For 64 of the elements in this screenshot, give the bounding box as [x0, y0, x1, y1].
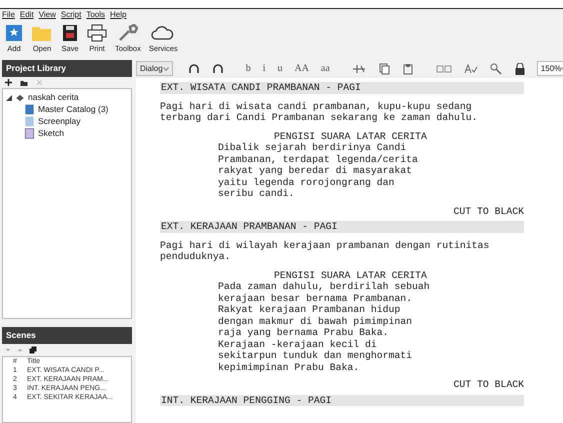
format-button[interactable]: b: [240, 60, 256, 76]
character-name: PENGISI SUARA LATAR CERITA: [274, 130, 428, 142]
wrench-icon: [118, 24, 138, 42]
sketch-icon: [24, 128, 35, 139]
dialogue-line: yaitu legenda rorojongrang dan: [218, 176, 396, 188]
search-icon: [490, 62, 502, 74]
action-line: terbang dari Candi Prambanan sekarang ke zaman dahulu.: [160, 112, 478, 124]
dialogue-line: seribu candi.: [218, 188, 296, 200]
format-button[interactable]: i: [258, 60, 270, 76]
tree-item[interactable]: Sketch: [38, 127, 64, 140]
dropdown-caret-icon: [162, 66, 169, 70]
transition-text: CUT TO BLACK: [453, 206, 524, 217]
project-icon: [15, 92, 25, 102]
dialogue-line: Rakyat kerajaan Prambanan hidup: [218, 304, 402, 316]
dialogue-line: raja yang bernama Prabu Baka.: [218, 327, 390, 338]
format-button[interactable]: aa: [316, 60, 335, 76]
tree-item[interactable]: Master Catalog (3): [38, 103, 108, 116]
action-line: Pagi hari di wisata candi prambanan, kupu-kupu sedang: [160, 100, 473, 112]
action-line: Pagi hari di wilayah kerajaan prambanan dengan rutinitas: [160, 240, 490, 251]
transition-text: CUT TO BLACK: [453, 379, 524, 390]
zoom-dropdown[interactable]: 150%: [536, 61, 563, 76]
dialogue-line: Prambanan, terdapat legenda/cerita: [218, 154, 419, 165]
action-line: penduduknya.: [160, 251, 232, 262]
close-icon: [36, 79, 43, 86]
add-icon[interactable]: [5, 79, 12, 86]
lock-icon: [514, 62, 526, 74]
dialogue-line: rakyat yang beredar di masyarakat: [218, 165, 414, 176]
dialogue-line: Pada zaman dahulu, berdirilah sebuah: [218, 281, 431, 292]
catalog-icon: [24, 104, 35, 115]
dialogue-line: dengan makmur di bawah pimimpinan: [218, 316, 414, 327]
star-page-icon: [5, 24, 23, 42]
menu-item[interactable]: Script: [60, 8, 82, 20]
cloud-icon: [151, 24, 176, 42]
spellcheck-icon: [464, 64, 478, 74]
element-type-dropdown[interactable]: Dialog: [136, 61, 173, 76]
clipboard-icon: [402, 62, 414, 74]
pages-icon: [29, 346, 37, 354]
menu-item[interactable]: View: [38, 8, 56, 20]
format-button[interactable]: u: [272, 60, 288, 76]
dialogue-line: sekitarpun tunduk dan menghormati: [218, 350, 414, 362]
tree-item[interactable]: naskah cerita: [28, 91, 79, 104]
menu-item[interactable]: Edit: [20, 8, 34, 20]
menu-item[interactable]: Tools: [86, 8, 106, 20]
dialogue-line: Dibalik sejarah berdirinya Candi: [218, 142, 408, 154]
panel-header: Scenes: [2, 327, 132, 344]
document-icon: [24, 116, 35, 127]
scene-heading: INT. KERAJAAN PENGGING - PAGI: [160, 394, 524, 406]
menu-item[interactable]: File: [2, 8, 15, 20]
character-name: PENGISI SUARA LATAR CERITA: [274, 270, 428, 281]
expand-arrow-icon[interactable]: [6, 94, 12, 100]
tree-item[interactable]: Screenplay: [38, 115, 81, 128]
up-arrow-icon: [17, 347, 23, 353]
dialogue-line: kepimimpinan Prabu Baka.: [218, 362, 360, 373]
copy-icon: [378, 62, 390, 74]
scene-heading: EXT. WISATA CANDI PRAMBANAN - PAGI: [160, 82, 524, 94]
dialogue-line: kerajaan besar bernama Prambanan.: [218, 292, 414, 304]
two-boxes-icon: [436, 64, 452, 74]
printer-icon: [87, 24, 107, 42]
panel-header: Project Library: [2, 60, 132, 77]
menu-item[interactable]: Help: [110, 8, 126, 20]
down-arrow-icon: [5, 347, 11, 353]
dialogue-line: Kerajaan -kerajaan kecil di: [218, 338, 378, 350]
format-button[interactable]: AA: [289, 60, 314, 76]
scene-heading: EXT. KERAJAAN PRAMBANAN - PAGI: [160, 221, 524, 232]
